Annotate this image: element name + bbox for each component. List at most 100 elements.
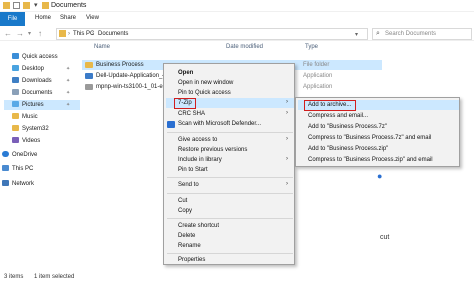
nav-label: This PC [12,166,34,172]
submenu-arrow-icon: › [286,99,288,105]
column-header-date[interactable]: Date modified [226,44,263,50]
nav-label: Pictures [22,102,44,108]
submenu-item-compress-7z-email[interactable]: Compress to "Business Process.7z" and em… [308,133,431,143]
breadcrumb-documents[interactable]: Documents [98,31,128,37]
menu-item-crc-sha[interactable]: CRC SHA [178,109,205,119]
address-row: ← → ▾ ↑ › This PC › Documents ▾ ⌕ Search… [0,27,474,41]
nav-item-music[interactable]: Music [12,112,38,122]
menu-item-properties[interactable]: Properties [178,255,205,265]
pin-icon: ✦ [66,78,71,84]
music-icon [12,113,19,119]
column-header-type[interactable]: Type [305,44,318,50]
address-bar[interactable]: › This PC › Documents ▾ [56,28,368,40]
menu-item-include-library[interactable]: Include in library [178,155,222,165]
pin-icon: ✦ [66,66,71,72]
nav-label: Desktop [22,66,45,72]
breadcrumb-separator-icon: › [68,31,70,37]
cloud-icon [2,151,9,157]
menu-item-scan-defender[interactable]: Scan with Microsoft Defender... [178,119,261,129]
defender-shield-icon [167,121,175,128]
new-folder-icon[interactable] [23,2,30,9]
desktop-icon [12,65,19,71]
nav-label: Quick access [22,54,58,60]
nav-item-network[interactable]: Network [2,179,34,189]
file-type: File folder [303,62,330,68]
nav-item-this-pc[interactable]: This PC [2,164,33,174]
tab-view[interactable]: View [86,15,99,21]
nav-label: OneDrive [12,152,38,158]
menu-separator [167,193,293,194]
menu-item-copy[interactable]: Copy [178,206,192,216]
menu-item-give-access[interactable]: Give access to [178,135,217,145]
star-icon [12,53,19,59]
search-icon: ⌕ [376,30,380,37]
submenu-item-compress-email[interactable]: Compress and email... [308,111,368,121]
menu-item-cut[interactable]: Cut [178,196,187,206]
menu-item-pin-quick-access[interactable]: Pin to Quick access [178,88,231,98]
folder-icon [3,2,10,9]
column-header-name[interactable]: Name [94,44,110,50]
tab-file[interactable]: File [0,12,25,26]
pictures-icon [12,101,19,107]
menu-item-pin-start[interactable]: Pin to Start [178,165,208,175]
address-dropdown-icon[interactable]: ▾ [355,31,358,38]
pin-icon: ✦ [66,102,71,108]
menu-separator [167,253,293,254]
checkbox-icon[interactable] [13,2,20,9]
recent-locations-icon[interactable]: ▾ [28,29,31,39]
documents-icon [12,89,19,95]
nav-item-videos[interactable]: Videos [12,136,40,146]
tab-share[interactable]: Share [60,15,76,21]
forward-arrow-icon[interactable]: → [16,29,24,39]
submenu-item-add-to-archive[interactable]: Add to archive... [308,100,351,110]
back-arrow-icon[interactable]: ← [4,29,12,39]
menu-item-restore-versions[interactable]: Restore previous versions [178,145,247,155]
nav-item-downloads[interactable]: Downloads [12,76,52,86]
nav-label: Network [12,181,35,187]
menu-item-rename[interactable]: Rename [178,241,201,251]
application-icon [85,73,93,79]
microphone-icon: ● [377,171,383,181]
nav-label: Videos [22,138,41,144]
submenu-item-add-zip[interactable]: Add to "Business Process.zip" [308,144,388,154]
window-folder-icon [42,2,49,9]
up-arrow-icon[interactable]: ↑ [38,29,42,39]
search-box[interactable]: ⌕ Search Documents [372,28,472,40]
menu-item-send-to[interactable]: Send to [178,180,199,190]
menu-item-create-shortcut[interactable]: Create shortcut [178,221,219,231]
window-title: Documents [51,2,87,9]
menu-item-open[interactable]: Open [178,68,193,78]
menu-item-7zip[interactable]: 7-Zip [178,98,192,108]
documents-location-icon [59,30,66,37]
breadcrumb-separator-icon: › [92,31,94,37]
context-menu: Open Open in new window Pin to Quick acc… [163,63,295,265]
nav-label: Documents [22,90,53,96]
submenu-item-compress-zip-email[interactable]: Compress to "Business Process.zip" and e… [308,155,433,165]
folder-icon [85,62,93,68]
status-item-count: 3 items [4,274,24,280]
navigation-pane: Quick access Desktop ✦ Downloads ✦ Docum… [0,44,80,270]
submenu-item-add-7z[interactable]: Add to "Business Process.7z" [308,122,387,132]
nav-item-system32[interactable]: System32 [12,124,49,134]
file-type: Application [303,73,333,79]
search-placeholder: Search Documents [385,31,437,37]
status-selection: 1 item selected [34,274,75,280]
menu-separator [167,218,293,219]
submenu-arrow-icon: › [286,181,288,187]
folder-icon [12,125,19,131]
nav-item-onedrive[interactable]: OneDrive [2,150,37,160]
pc-icon [2,165,9,171]
tab-home[interactable]: Home [35,15,51,21]
file-type: Application [303,84,333,90]
pin-icon: ✦ [66,90,71,96]
nav-item-quick-access[interactable]: Quick access [12,52,58,62]
download-icon [12,77,19,83]
quick-access-toolbar-dropdown-icon[interactable]: ▾ [34,1,38,9]
menu-item-open-new-window[interactable]: Open in new window [178,78,233,88]
network-icon [2,180,9,186]
ribbon-tabs: File Home Share View [0,12,474,26]
nav-item-documents[interactable]: Documents [12,88,52,98]
7zip-submenu: Add to archive... Compress and email... … [295,97,460,167]
menu-item-delete[interactable]: Delete [178,231,195,241]
nav-item-desktop[interactable]: Desktop [12,64,44,74]
